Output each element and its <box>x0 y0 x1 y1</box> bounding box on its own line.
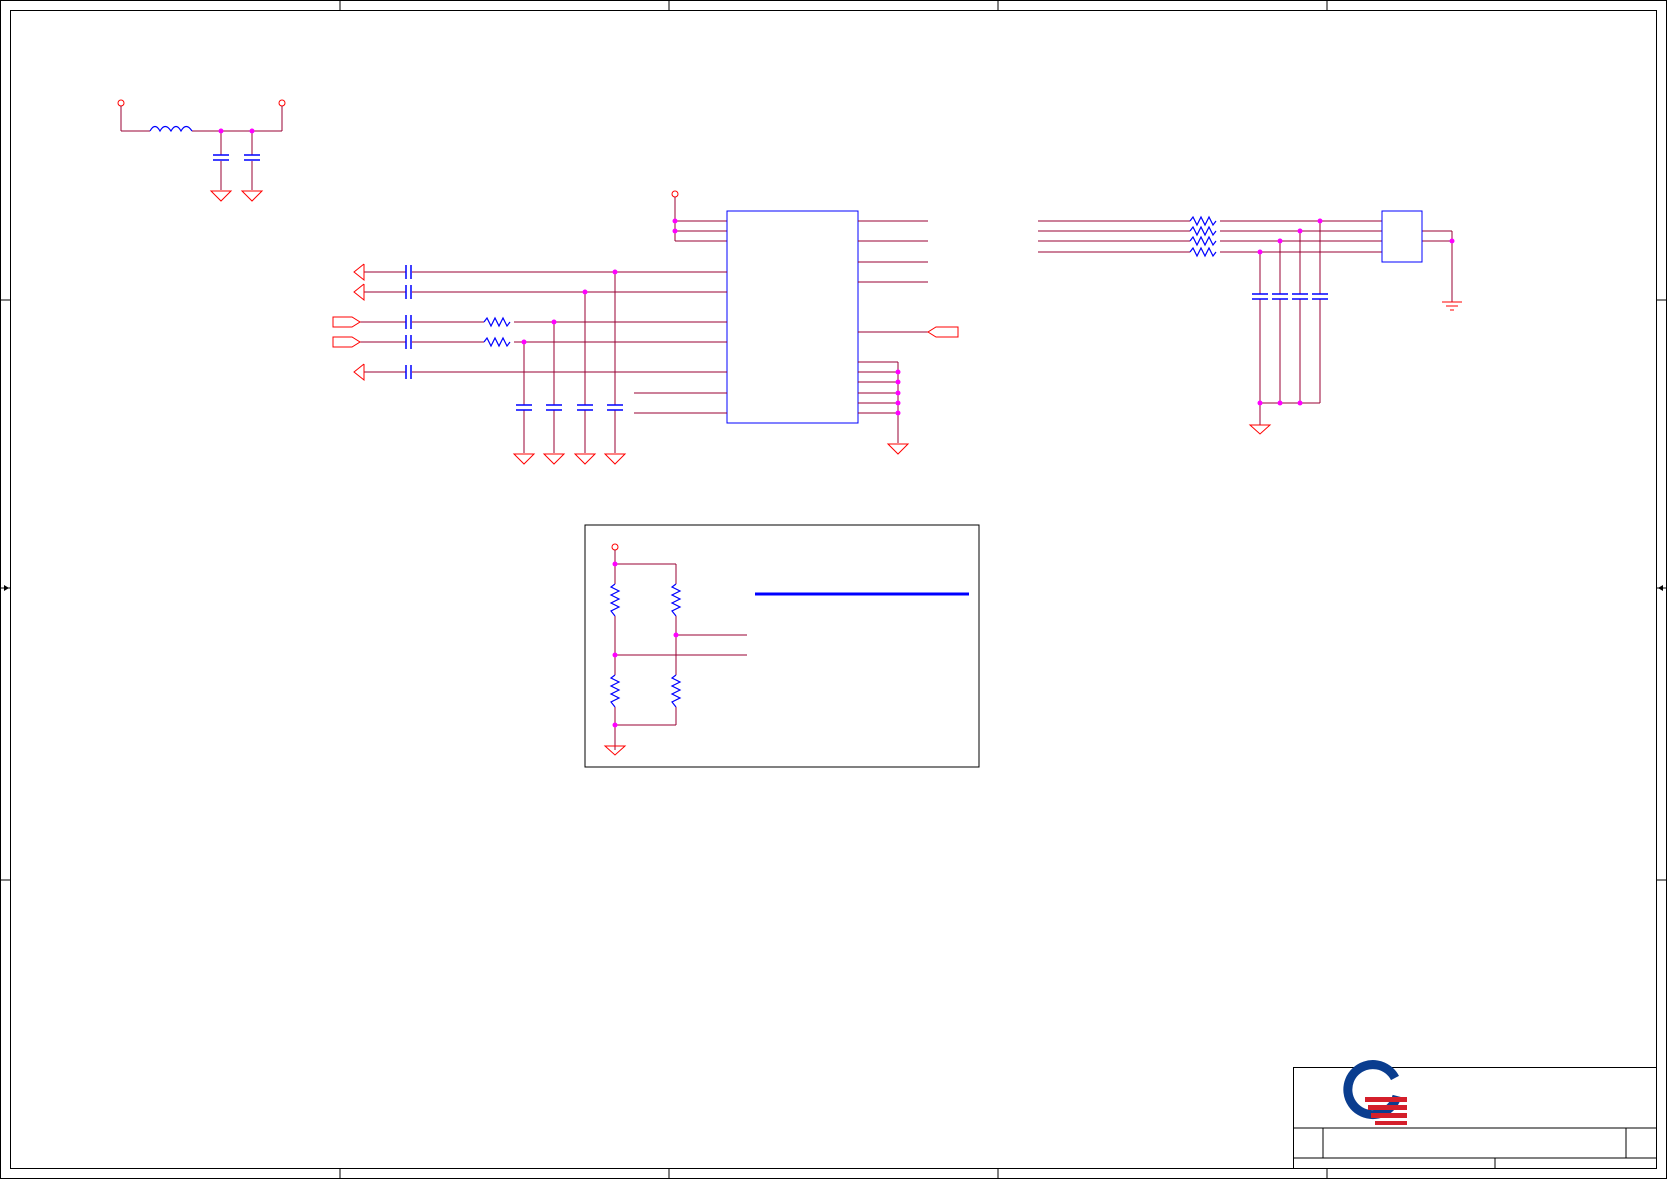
ground-icon <box>1248 424 1272 435</box>
ground-icon <box>240 190 264 202</box>
junction-dot <box>1297 228 1303 234</box>
chassis-ground-icon <box>1442 301 1462 311</box>
inductor-icon <box>149 125 193 133</box>
output-port-icon <box>353 263 365 282</box>
output-port-icon <box>353 363 365 382</box>
resistor-icon <box>670 674 682 708</box>
capacitor-icon <box>405 265 412 279</box>
capacitor-icon <box>213 154 229 161</box>
power-pin-icon <box>611 543 619 551</box>
junction-dot <box>612 652 618 658</box>
junction-dot <box>673 632 679 638</box>
junction-dot <box>612 269 618 275</box>
junction-dot <box>1297 400 1303 406</box>
junction-dot <box>1277 400 1283 406</box>
resistor-icon <box>483 336 511 348</box>
junction-dot <box>218 128 224 134</box>
power-pin-icon <box>117 99 125 107</box>
capacitor-icon <box>1292 293 1308 300</box>
input-port-icon <box>332 336 361 348</box>
capacitor-icon <box>405 285 412 299</box>
connector-body <box>1381 210 1423 263</box>
junction-dot <box>612 722 618 728</box>
power-pin-icon <box>671 190 679 198</box>
output-port-icon <box>353 283 365 302</box>
connector-filter-block <box>1038 210 1462 435</box>
resistor-icon <box>1189 225 1217 237</box>
resistor-icon <box>609 674 621 708</box>
ground-icon <box>603 453 627 465</box>
capacitor-icon <box>1252 293 1268 300</box>
capacitor-icon <box>405 365 412 379</box>
capacitor-icon <box>516 404 532 411</box>
resistor-icon <box>609 583 621 617</box>
ground-icon <box>542 453 566 465</box>
junction-dot <box>895 379 901 385</box>
junction-dot <box>1277 238 1283 244</box>
ground-icon <box>512 453 536 465</box>
ground-icon <box>209 190 233 202</box>
right-zone-arrow-icon <box>1658 585 1663 591</box>
schematic-sheet <box>0 0 1667 1179</box>
power-pin-icon <box>278 99 286 107</box>
input-port-icon <box>332 316 361 328</box>
resistor-icon <box>483 316 511 328</box>
junction-dot <box>1317 218 1323 224</box>
main-ic-block <box>332 190 959 465</box>
resistor-icon <box>1189 246 1217 258</box>
capacitor-icon <box>244 154 260 161</box>
junction-dot <box>612 561 618 567</box>
junction-dot <box>895 390 901 396</box>
capacitor-icon <box>405 335 412 349</box>
capacitor-icon <box>577 404 593 411</box>
junction-dot <box>551 319 557 325</box>
company-logo <box>1343 1060 1407 1125</box>
resistor-icon <box>670 583 682 617</box>
capacitor-icon <box>546 404 562 411</box>
ground-icon <box>573 453 597 465</box>
junction-dot <box>249 128 255 134</box>
junction-dot <box>895 400 901 406</box>
ground-icon <box>886 443 910 455</box>
left-zone-arrow-icon <box>4 585 9 591</box>
junction-dot <box>521 339 527 345</box>
input-port-icon <box>927 326 959 338</box>
junction-dot <box>895 410 901 416</box>
capacitor-icon <box>607 404 623 411</box>
sheet-frame <box>0 0 1667 1179</box>
junction-dot <box>582 289 588 295</box>
junction-dot <box>895 369 901 375</box>
junction-dot <box>1257 400 1263 406</box>
capacitor-icon <box>1272 293 1288 300</box>
resistor-icon <box>1189 235 1217 247</box>
junction-dot <box>672 218 678 224</box>
capacitor-icon <box>405 315 412 329</box>
divider-box <box>584 524 980 768</box>
junction-dot <box>1257 249 1263 255</box>
junction-dot <box>672 228 678 234</box>
resistor-icon <box>1189 215 1217 227</box>
junction-dot <box>1449 238 1455 244</box>
ic-body <box>726 210 859 424</box>
lc-filter-block <box>117 99 286 202</box>
capacitor-icon <box>1312 293 1328 300</box>
